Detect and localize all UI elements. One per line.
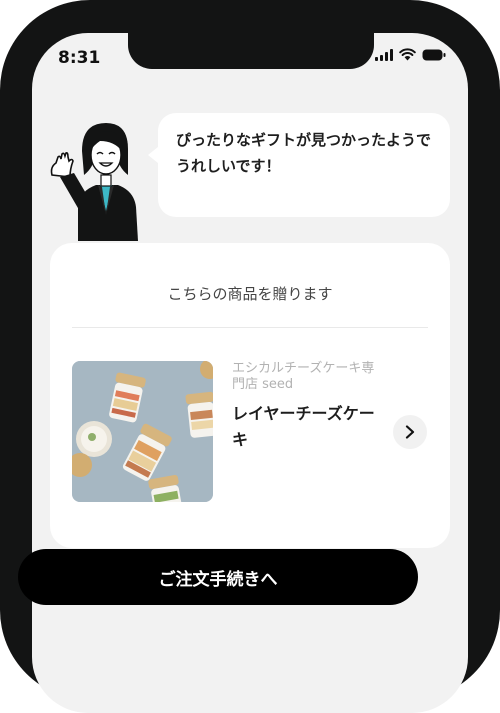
product-name[interactable]: レイヤーチーズケーキ [232, 401, 382, 453]
card-heading: こちらの商品を贈ります [167, 285, 333, 303]
battery-icon [422, 49, 446, 60]
status-icons [375, 48, 446, 61]
camera-notch [128, 33, 374, 69]
wifi-icon [399, 48, 416, 61]
app-screen: 8:31 ぴったりなギフトが見つかったようでうれしいです！ こちらの商品を贈りま… [32, 33, 468, 713]
product-image[interactable] [72, 361, 213, 502]
assistant-avatar [50, 123, 138, 241]
signal-icon [375, 48, 393, 61]
assistant-message-text: ぴったりなギフトが見つかったようでうれしいです！ [176, 131, 432, 175]
shop-name: エシカルチーズケーキ専門店 seed [232, 361, 375, 392]
product-detail-button[interactable] [393, 415, 427, 449]
gift-summary-card: こちらの商品を贈ります エシカルチーズケーキ専門店 seed レイヤーチーズケー… [50, 243, 450, 548]
proceed-to-order-button[interactable]: ご注文手続きへ [18, 549, 418, 605]
assistant-message-bubble: ぴったりなギフトが見つかったようでうれしいです！ [148, 113, 450, 217]
chevron-right-icon [405, 425, 415, 439]
status-time: 8:31 [58, 48, 101, 68]
card-divider [72, 327, 428, 328]
